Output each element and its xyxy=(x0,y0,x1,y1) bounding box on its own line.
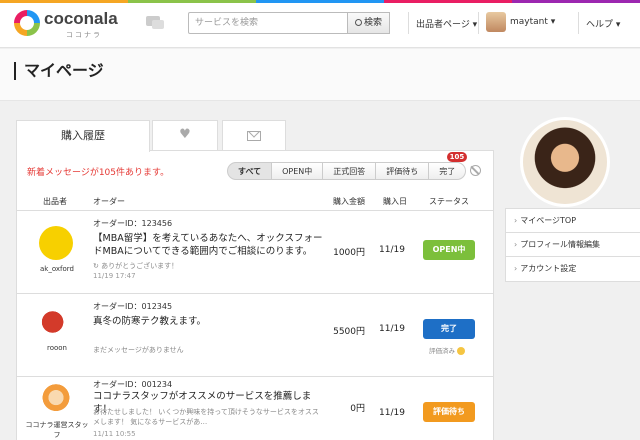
sidebar-item-profile-edit[interactable]: › プロフィール情報編集 xyxy=(506,233,640,257)
smile-icon xyxy=(457,347,465,355)
filter-complete-label: 完了 xyxy=(439,167,456,176)
help-menu[interactable]: ヘルプ ▾ xyxy=(586,17,620,30)
coconala-logo-icon[interactable] xyxy=(14,10,40,36)
chevron-right-icon: › xyxy=(514,216,518,225)
status-button[interactable]: 完了 xyxy=(423,319,475,339)
header-color-strip xyxy=(0,0,640,3)
sidebar-item-label: マイページTOP xyxy=(520,216,577,225)
review-status-label: 評価済み xyxy=(429,347,455,355)
column-date: 購入日 xyxy=(383,197,407,206)
heart-icon: ♥ xyxy=(179,127,191,142)
header-divider xyxy=(478,12,479,34)
sidebar-menu: › マイページTOP › プロフィール情報編集 › アカウント設定 xyxy=(505,208,640,282)
seller-name[interactable]: ココナラ運営スタッフ xyxy=(25,420,89,440)
filter-open[interactable]: OPEN中 xyxy=(272,162,324,180)
column-order: オーダー xyxy=(93,197,125,206)
profile-photo[interactable] xyxy=(520,117,610,207)
order-amount: 1000円 xyxy=(333,248,365,258)
column-status: ステータス xyxy=(429,197,469,206)
tab-favorites[interactable]: ♥ xyxy=(152,120,218,150)
seller-page-menu[interactable]: 出品者ページ ▾ xyxy=(416,17,477,30)
mail-icon xyxy=(247,131,261,141)
order-id: オーダーID：001234 xyxy=(93,380,173,389)
new-message-notice[interactable]: 新着メッセージが105件あります。 xyxy=(27,165,169,178)
site-header: coconala ココナラ サービスを検索 検索 出品者ページ ▾ maytan… xyxy=(0,0,640,48)
header-divider xyxy=(578,12,579,34)
filter-complete[interactable]: 完了 105 xyxy=(429,152,468,180)
order-message: ↻ ありがとうございます！ xyxy=(93,262,179,270)
header-divider xyxy=(408,12,409,34)
order-message: お待たせしました！ いくつか興味を持って頂けそうなサービスをオススメします！ 気… xyxy=(93,408,319,426)
filter-awaiting-review[interactable]: 評価待ち xyxy=(376,162,430,180)
filter-answer[interactable]: 正式回答 xyxy=(323,162,377,180)
order-history-panel: 新着メッセージが105件あります。 すべて OPEN中 正式回答 評価待ち 完了… xyxy=(16,150,494,440)
search-button-label: 検索 xyxy=(363,18,382,28)
count-badge: 105 xyxy=(446,152,468,162)
seller-avatar[interactable] xyxy=(39,226,73,260)
tab-label: 購入履歴 xyxy=(61,129,105,142)
order-message: まだメッセージがありません xyxy=(93,346,184,354)
seller-avatar[interactable] xyxy=(39,384,73,418)
search-icon xyxy=(354,19,362,26)
order-date: 11/19 xyxy=(379,324,405,334)
search-button[interactable]: 検索 xyxy=(348,12,390,34)
table-row[interactable]: rooon オーダーID：012345 真冬の防寒テク教えます。 まだメッセージ… xyxy=(17,295,493,377)
filter-all[interactable]: すべて xyxy=(227,162,273,180)
order-id: オーダーID：123456 xyxy=(93,219,173,228)
sidebar-item-label: アカウント設定 xyxy=(520,264,577,273)
sidebar-item-label: プロフィール情報編集 xyxy=(520,240,601,249)
order-time: 11/11 10:55 xyxy=(93,430,136,438)
status-filter-bar: すべて OPEN中 正式回答 評価待ち 完了 105 xyxy=(227,152,468,180)
sidebar-item-mypage-top[interactable]: › マイページTOP xyxy=(506,209,640,233)
table-header: 出品者 オーダー 購入金額 購入日 ステータス xyxy=(17,193,493,211)
order-amount: 0円 xyxy=(350,404,365,414)
status-button[interactable]: 評価待ち xyxy=(423,402,475,422)
chat-icon[interactable] xyxy=(146,16,164,29)
chevron-right-icon: › xyxy=(514,240,518,249)
column-seller: 出品者 xyxy=(43,197,67,206)
logo-subtext: ココナラ xyxy=(66,31,102,39)
seller-name[interactable]: ak_oxford xyxy=(25,264,89,274)
user-menu[interactable]: maytant ▾ xyxy=(510,17,555,27)
chevron-right-icon: › xyxy=(514,264,518,273)
order-message-text: ありがとうございます！ xyxy=(101,262,179,270)
sidebar-item-account-settings[interactable]: › アカウント設定 xyxy=(506,257,640,281)
logo-text[interactable]: coconala xyxy=(44,9,118,29)
order-id: オーダーID：012345 xyxy=(93,302,173,311)
order-amount: 5500円 xyxy=(333,327,365,337)
tab-purchase-history[interactable]: 購入履歴 xyxy=(16,120,150,152)
search-input[interactable]: サービスを検索 xyxy=(188,12,348,34)
order-title[interactable]: 【MBA留学】を考えているあなたへ、オックスフォードMBAについてできる範囲内で… xyxy=(93,232,323,258)
status-button[interactable]: OPEN中 xyxy=(423,240,475,260)
clear-filter-icon[interactable] xyxy=(470,165,481,176)
page-title: マイページ xyxy=(14,62,104,80)
order-date: 11/19 xyxy=(379,408,405,418)
seller-avatar[interactable] xyxy=(39,305,73,339)
order-time: 11/19 17:47 xyxy=(93,272,136,280)
seller-name[interactable]: rooon xyxy=(25,343,89,353)
review-status: 評価済み xyxy=(429,345,465,355)
tab-messages[interactable] xyxy=(222,120,286,150)
table-row[interactable]: ココナラ運営スタッフ オーダーID：001234 ココナラスタッフがオススメのサ… xyxy=(17,378,493,440)
user-avatar[interactable] xyxy=(486,12,506,32)
order-title[interactable]: 真冬の防寒テク教えます。 xyxy=(93,315,323,328)
order-date: 11/19 xyxy=(379,245,405,255)
column-amount: 購入金額 xyxy=(333,197,365,206)
table-row[interactable]: ak_oxford オーダーID：123456 【MBA留学】を考えているあなた… xyxy=(17,212,493,294)
